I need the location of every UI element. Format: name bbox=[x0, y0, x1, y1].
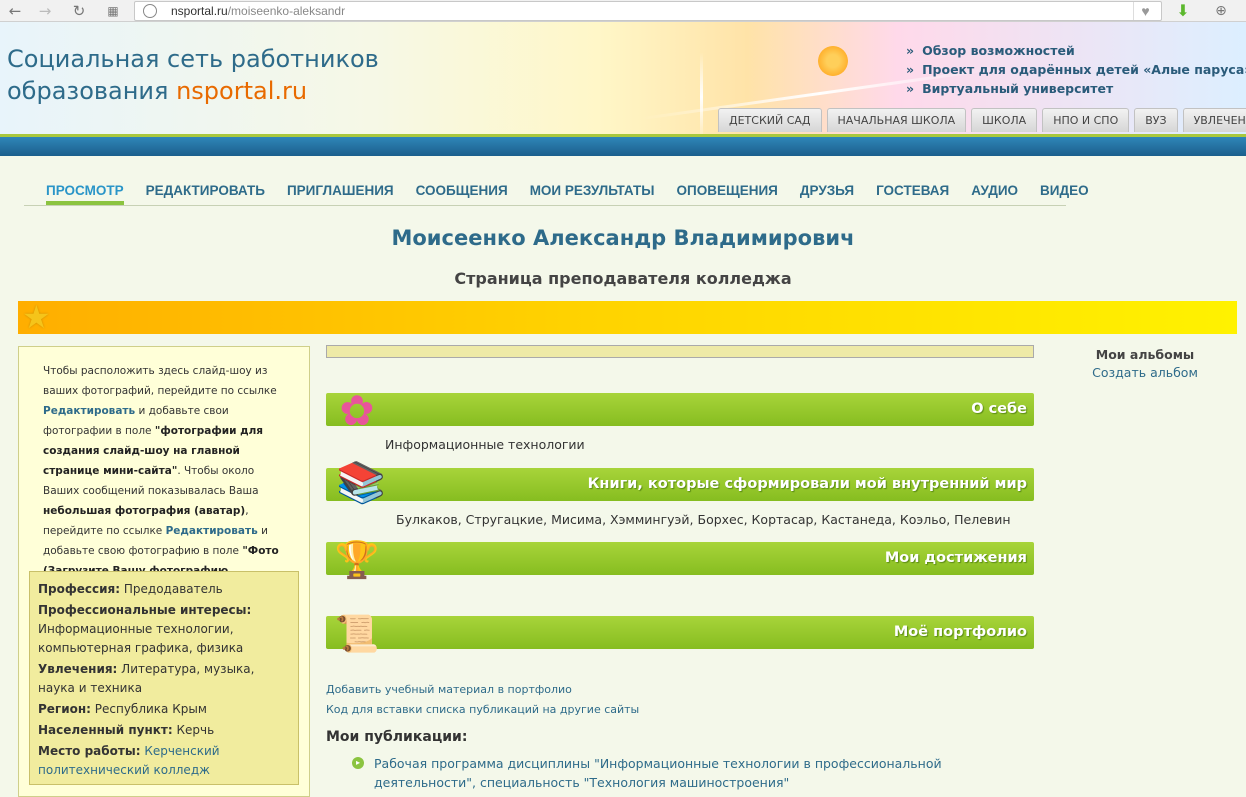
browser-toolbar: ← → ↻ ▦ nsportal.ru/moiseenko-aleksandr … bbox=[0, 0, 1246, 22]
top-link-scarlet-sails[interactable]: » Проект для одарённых детей «Алые паруса… bbox=[906, 60, 1246, 79]
bookmark-heart-icon[interactable]: ♥ bbox=[1133, 2, 1157, 20]
top-link-virtual-university[interactable]: » Виртуальный университет bbox=[906, 79, 1246, 98]
tab-school[interactable]: ШКОЛА bbox=[971, 108, 1038, 132]
hint-bold: небольшая фотография (аватар) bbox=[43, 505, 246, 517]
edit-link[interactable]: Редактировать bbox=[43, 405, 135, 417]
tab-university[interactable]: ВУЗ bbox=[1134, 108, 1178, 132]
trophy-icon: 🏆 bbox=[334, 540, 380, 581]
section-title: Мои достижения bbox=[884, 550, 1027, 566]
publication-item[interactable]: ▸ Рабочая программа дисциплины "Информац… bbox=[352, 754, 992, 792]
slideshow-hint: Чтобы расположить здесь слайд-шоу из ваш… bbox=[43, 361, 293, 601]
top-link-overview[interactable]: » Обзор возможностей bbox=[906, 41, 1246, 60]
info-label: Профессия: bbox=[38, 582, 121, 596]
hint-text: Чтобы расположить здесь слайд-шоу из ваш… bbox=[43, 365, 277, 397]
info-label: Населенный пункт: bbox=[38, 723, 173, 737]
site-title-line1: Социальная сеть работников bbox=[7, 45, 379, 73]
info-region: Регион: Республика Крым bbox=[38, 700, 290, 719]
albums-title: Мои альбомы bbox=[1095, 347, 1195, 362]
site-header: Социальная сеть работников образования n… bbox=[0, 22, 1246, 134]
info-hobbies: Увлечения: Литература, музыка, наука и т… bbox=[38, 660, 290, 698]
top-links: » Обзор возможностей » Проект для одарённы… bbox=[906, 41, 1246, 98]
menu-audio[interactable]: АУДИО bbox=[971, 181, 1018, 205]
menu-video[interactable]: ВИДЕО bbox=[1040, 181, 1089, 205]
apps-grid-icon[interactable]: ▦ bbox=[104, 2, 122, 20]
top-link-label: Проект для одарённых детей «Алые паруса» bbox=[922, 62, 1246, 77]
info-label: Увлечения: bbox=[38, 662, 118, 676]
embed-code-link[interactable]: Код для вставки списка публикаций на дру… bbox=[326, 703, 639, 717]
info-city: Населенный пункт: Керчь bbox=[38, 721, 290, 740]
books-icon: 📚 bbox=[336, 460, 386, 506]
info-label: Регион: bbox=[38, 702, 91, 716]
section-title: О себе bbox=[971, 401, 1027, 417]
top-link-label: Обзор возможностей bbox=[922, 43, 1075, 58]
download-arrow-icon[interactable]: ⬇ bbox=[1174, 2, 1192, 20]
site-brand: nsportal.ru bbox=[176, 77, 308, 105]
profile-subtitle: Страница преподавателя колледжа bbox=[454, 269, 792, 288]
info-value: Керчь bbox=[172, 723, 215, 737]
add-material-link[interactable]: Добавить учебный материал в портфолио bbox=[326, 683, 572, 697]
albums-panel: Мои альбомы Создать альбом bbox=[1090, 346, 1200, 382]
url-path: /moiseenko-aleksandr bbox=[227, 4, 346, 18]
menu-edit[interactable]: РЕДАКТИРОВАТЬ bbox=[146, 181, 265, 205]
section-books: Книги, которые сформировали мой внутренн… bbox=[326, 468, 1034, 501]
globe-icon bbox=[143, 4, 157, 18]
category-tabs: ДЕТСКИЙ САД НАЧАЛЬНАЯ ШКОЛА ШКОЛА НПО И … bbox=[718, 108, 1246, 132]
menu-friends[interactable]: ДРУЗЬЯ bbox=[800, 181, 854, 205]
menu-notifications[interactable]: ОПОВЕЩЕНИЯ bbox=[676, 181, 777, 205]
info-value: Предодаватель bbox=[120, 582, 223, 596]
flower-icon: ✿ bbox=[339, 386, 375, 435]
menu-guestbook[interactable]: ГОСТЕВАЯ bbox=[876, 181, 949, 205]
section-portfolio: Моё портфолио bbox=[326, 616, 1034, 649]
info-value: Информационные технологии, компьютерная … bbox=[38, 622, 244, 655]
arrow-bullet-icon: ▸ bbox=[352, 757, 364, 769]
section-title: Моё портфолио bbox=[893, 624, 1027, 640]
info-work: Место работы: Керченский политехнический… bbox=[38, 742, 290, 780]
menu-view[interactable]: ПРОСМОТР bbox=[46, 181, 124, 205]
section-about: О себе bbox=[326, 393, 1034, 426]
info-label: Место работы: bbox=[38, 744, 141, 758]
header-divider-bar bbox=[0, 134, 1246, 156]
section-title: Книги, которые сформировали мой внутренн… bbox=[587, 476, 1027, 492]
reload-icon[interactable]: ↻ bbox=[70, 2, 88, 20]
books-text: Булкаков, Стругацкие, Мисима, Хэммингуэй… bbox=[396, 512, 1011, 527]
section-achievements: Мои достижения bbox=[326, 542, 1034, 575]
menu-invitations[interactable]: ПРИГЛАШЕНИЯ bbox=[287, 181, 394, 205]
about-text: Информационные технологии bbox=[385, 437, 585, 452]
info-profession: Профессия: Предодаватель bbox=[38, 580, 290, 599]
profile-name: Моисеенко Александр Владимирович bbox=[391, 226, 855, 250]
url-host: nsportal.ru bbox=[171, 4, 228, 18]
info-label: Профессиональные интересы: bbox=[38, 603, 252, 617]
decor-ray bbox=[700, 52, 703, 134]
create-album-link[interactable]: Создать альбом bbox=[1090, 364, 1200, 382]
info-value: Республика Крым bbox=[90, 702, 207, 716]
tab-npo-spo[interactable]: НПО И СПО bbox=[1042, 108, 1130, 132]
star-icon: ★ bbox=[22, 298, 51, 336]
info-interests: Профессиональные интересы: Информационны… bbox=[38, 601, 290, 658]
menu-messages[interactable]: СООБЩЕНИЯ bbox=[416, 181, 508, 205]
edit-link[interactable]: Редактировать bbox=[166, 525, 258, 537]
site-title-line2: образования nsportal.ru bbox=[7, 75, 379, 107]
site-title[interactable]: Социальная сеть работников образования n… bbox=[7, 43, 379, 107]
publications-title: Мои публикации: bbox=[326, 729, 468, 745]
address-bar[interactable]: nsportal.ru/moiseenko-aleksandr ♥ bbox=[134, 1, 1162, 21]
download-circle-icon[interactable]: ⊕ bbox=[1212, 2, 1230, 20]
slideshow-placeholder bbox=[326, 345, 1034, 358]
menu-results[interactable]: МОИ РЕЗУЛЬТАТЫ bbox=[530, 181, 655, 205]
tab-hobbies[interactable]: УВЛЕЧЕНИЯ bbox=[1182, 108, 1246, 132]
sun-icon bbox=[818, 46, 848, 76]
profile-menu: ПРОСМОТР РЕДАКТИРОВАТЬ ПРИГЛАШЕНИЯ СООБЩ… bbox=[24, 181, 1089, 206]
publication-link[interactable]: Рабочая программа дисциплины "Информацио… bbox=[374, 754, 992, 792]
page-body: ПРОСМОТР РЕДАКТИРОВАТЬ ПРИГЛАШЕНИЯ СООБЩ… bbox=[0, 156, 1246, 797]
forward-icon[interactable]: → bbox=[36, 2, 54, 20]
decor-banner: ★ bbox=[18, 301, 1237, 334]
profile-info-box: Профессия: Предодаватель Профессиональны… bbox=[29, 571, 299, 785]
top-link-label: Виртуальный университет bbox=[922, 81, 1114, 96]
left-sidebar: Чтобы расположить здесь слайд-шоу из ваш… bbox=[18, 346, 310, 797]
back-icon[interactable]: ← bbox=[6, 2, 24, 20]
site-title-prefix: образования bbox=[7, 77, 177, 105]
scroll-icon: 📜 bbox=[334, 614, 380, 655]
tab-kindergarten[interactable]: ДЕТСКИЙ САД bbox=[718, 108, 822, 132]
tab-primary-school[interactable]: НАЧАЛЬНАЯ ШКОЛА bbox=[826, 108, 967, 132]
